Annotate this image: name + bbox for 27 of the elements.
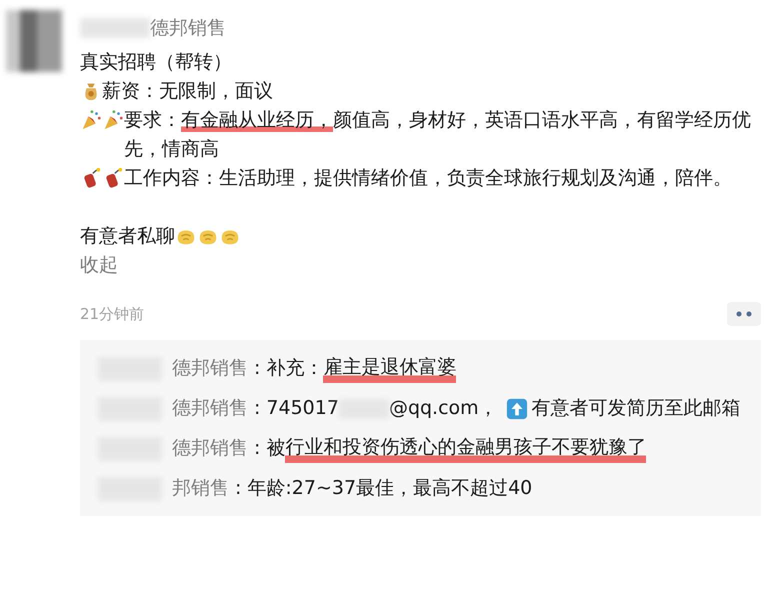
separator: : [254,436,260,461]
collapse-link[interactable]: 收起 [80,251,118,280]
comment-text: 被 [266,436,286,461]
comment-text: 有意者可发简历至此邮箱 [532,396,741,421]
party-popper-icon [80,109,102,131]
author-name[interactable]: 德邦销售 [150,15,226,41]
commenter-name[interactable]: 邦销售 [172,474,229,503]
post-time: 21分钟前 [80,304,144,324]
separator: : [254,356,260,381]
post-text: 有意者私聊 [80,224,175,249]
comment-text: 年龄:27~37最佳，最高不超过40 [247,476,532,501]
commenter-name[interactable]: 德邦销售 [172,354,248,383]
comment-text: 补充： [266,356,324,381]
post-text: 真实招聘（帮转） [80,50,232,75]
separator: : [235,476,242,501]
commenter-name[interactable]: 德邦销售 [172,434,248,463]
post-text: 工作内容：生活助理，提供情绪价值，负责全球旅行规划及沟通，陪伴。 [124,166,732,191]
separator: : [254,396,260,421]
post-text: 薪资：无限制，面议 [102,79,273,104]
post-text: 要求：有金融从业经历，颜值高，身材好，英语口语水平高，有留学经历优先，情商高 [124,108,752,162]
party-popper-icon [102,109,124,131]
more-icon [734,310,754,318]
commenter-name[interactable]: 德邦销售 [172,394,248,423]
comment-text: 745017 [266,396,339,421]
comment-text: @qq.com， [388,396,498,421]
more-button[interactable] [727,302,761,326]
blurred-avatar [6,10,62,72]
